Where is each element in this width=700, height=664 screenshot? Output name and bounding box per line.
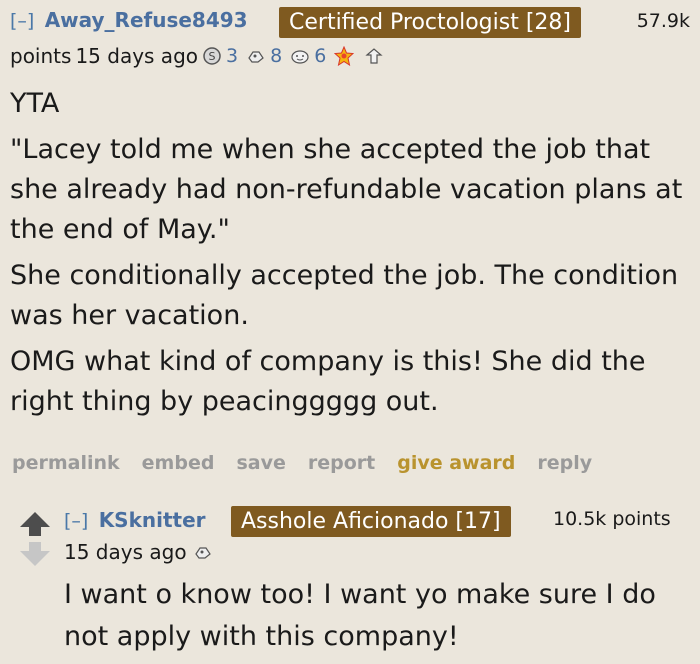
reply-tagline: [–] KSknitter [64, 508, 206, 532]
comment-paragraph: She conditionally accepted the job. The … [10, 260, 679, 331]
user-flair: Asshole Aficionado [17] [231, 506, 511, 537]
comment-paragraph: YTA [10, 88, 60, 119]
starstruck-award-icon[interactable] [334, 46, 355, 66]
reply-author[interactable]: KSknitter [99, 508, 206, 532]
helpful-award-icon[interactable] [246, 46, 266, 66]
vote-arrows [20, 512, 50, 566]
reply-body: I want o know too! I want yo make sure I… [64, 579, 656, 652]
comment-age: 15 days ago [75, 44, 198, 68]
upvote-arrow-icon[interactable] [20, 512, 50, 536]
comment-meta: points 15 days ago S 3 8 6 [10, 44, 384, 68]
reply-link[interactable]: reply [537, 452, 592, 474]
comment-body: YTA "Lacey told me when she accepted the… [10, 84, 694, 428]
award-count: 3 [226, 45, 239, 67]
report-link[interactable]: report [308, 452, 375, 474]
embed-link[interactable]: embed [142, 452, 215, 474]
award-count: 8 [270, 45, 283, 67]
helpful-award-icon[interactable] [193, 542, 213, 562]
permalink-link[interactable]: permalink [12, 452, 120, 474]
save-link[interactable]: save [236, 452, 285, 474]
comment-author[interactable]: Away_Refuse8493 [45, 8, 248, 32]
comment-paragraph: "Lacey told me when she accepted the job… [10, 134, 683, 245]
comment-paragraph: OMG what kind of company is this! She di… [10, 346, 646, 417]
downvote-arrow-icon[interactable] [20, 542, 50, 566]
collapse-toggle[interactable]: [–] [10, 10, 34, 32]
user-flair: Certified Proctologist [28] [279, 7, 582, 38]
reply-score: 10.5k points [553, 508, 671, 530]
collapse-toggle[interactable]: [–] [64, 510, 88, 532]
silver-award-icon[interactable]: S [202, 46, 222, 66]
hand-award-icon[interactable] [364, 46, 384, 66]
comment-actions: permalink embed save report give award r… [12, 452, 592, 474]
points-label: points [10, 44, 72, 68]
comment-score: 57.9k [636, 10, 690, 32]
reply-age: 15 days ago [64, 540, 187, 564]
svg-text:S: S [209, 50, 216, 63]
comment-tagline: [–] Away_Refuse8493 [10, 8, 248, 32]
give-award-link[interactable]: give award [397, 452, 515, 474]
reply-meta: 15 days ago [64, 540, 213, 564]
wholesome-award-icon[interactable] [290, 46, 310, 66]
award-count: 6 [314, 45, 327, 67]
